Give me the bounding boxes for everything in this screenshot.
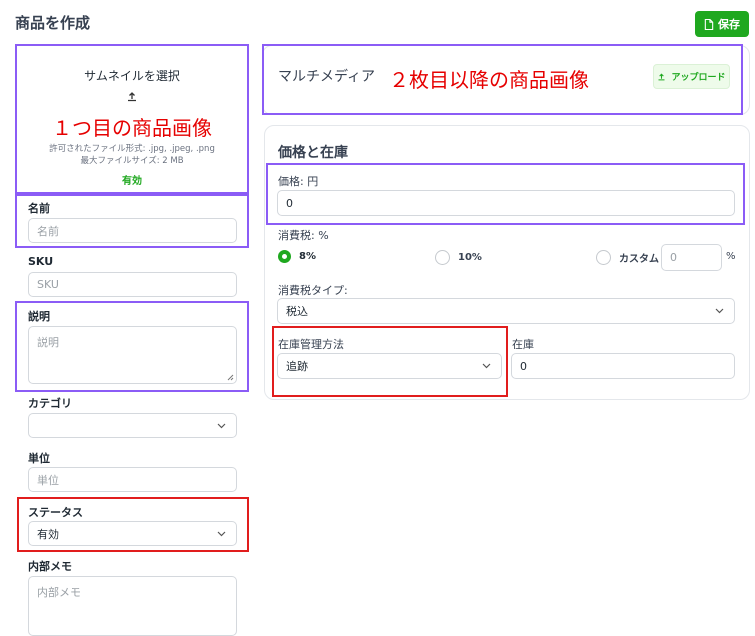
name-input[interactable]: 名前	[28, 218, 237, 243]
save-button[interactable]: 保存	[695, 11, 749, 37]
percent-suffix: %	[726, 251, 736, 262]
stock-method-select[interactable]: 追跡	[277, 353, 502, 379]
chevron-down-icon	[715, 308, 724, 314]
stock-input[interactable]: 0	[511, 353, 735, 379]
tax-option-8[interactable]: 8%	[278, 250, 316, 263]
sku-label: SKU	[28, 255, 54, 268]
description-label: 説明	[28, 310, 50, 323]
chevron-down-icon	[217, 531, 226, 536]
stock-method-label: 在庫管理方法	[278, 338, 344, 351]
category-label: カテゴリ	[28, 397, 72, 410]
custom-tax-input[interactable]: 0	[661, 244, 722, 271]
multimedia-title: マルチメディア	[278, 69, 376, 85]
sku-input[interactable]: SKU	[28, 272, 237, 297]
multimedia-annotation-box: マルチメディア ２枚目以降の商品画像 アップロード	[262, 44, 743, 115]
save-button-label: 保存	[718, 18, 740, 31]
resize-handle-icon[interactable]	[227, 374, 234, 381]
name-label: 名前	[28, 202, 50, 215]
thumbnail-select-label: サムネイルを選択	[84, 69, 180, 83]
radio-selected[interactable]	[278, 250, 291, 263]
annotation-later-images: ２枚目以降の商品画像	[389, 68, 589, 92]
upload-button[interactable]: アップロード	[653, 64, 730, 89]
thumbnail-upload[interactable]: サムネイルを選択 １つ目の商品画像 許可されたファイル形式: .jpg, .jp…	[15, 44, 249, 194]
radio-unselected[interactable]	[435, 250, 450, 265]
chevron-down-icon	[217, 423, 226, 428]
allowed-formats: 許可されたファイル形式: .jpg, .jpeg, .png	[49, 144, 215, 154]
status-label: ステータス	[28, 506, 83, 519]
tax-label: 消費税: %	[278, 229, 329, 242]
tax-option-custom[interactable]: カスタム	[596, 250, 659, 265]
memo-label: 内部メモ	[28, 560, 72, 573]
unit-input[interactable]: 単位	[28, 467, 237, 492]
annotation-first-image: １つ目の商品画像	[52, 116, 212, 140]
chevron-down-icon	[482, 363, 491, 369]
radio-unselected[interactable]	[596, 250, 611, 265]
thumbnail-status: 有効	[122, 176, 142, 187]
unit-label: 単位	[28, 452, 50, 465]
upload-icon	[126, 87, 138, 102]
file-icon	[704, 18, 714, 30]
tax-type-select[interactable]: 税込	[277, 298, 735, 324]
price-input[interactable]: 0	[277, 190, 735, 216]
memo-textarea[interactable]: 内部メモ	[28, 576, 237, 636]
description-textarea[interactable]: 説明	[28, 326, 237, 384]
tax-type-label: 消費税タイプ:	[278, 284, 348, 297]
tax-option-10[interactable]: 10%	[435, 250, 482, 265]
price-label: 価格: 円	[278, 175, 319, 188]
page-title: 商品を作成	[15, 14, 91, 32]
status-select[interactable]: 有効	[28, 521, 237, 546]
max-file-size: 最大ファイルサイズ: 2 MB	[80, 156, 184, 166]
category-select[interactable]	[28, 413, 237, 438]
stock-label: 在庫	[512, 338, 534, 351]
pricing-title: 価格と在庫	[278, 145, 348, 161]
upload-icon	[658, 73, 665, 81]
